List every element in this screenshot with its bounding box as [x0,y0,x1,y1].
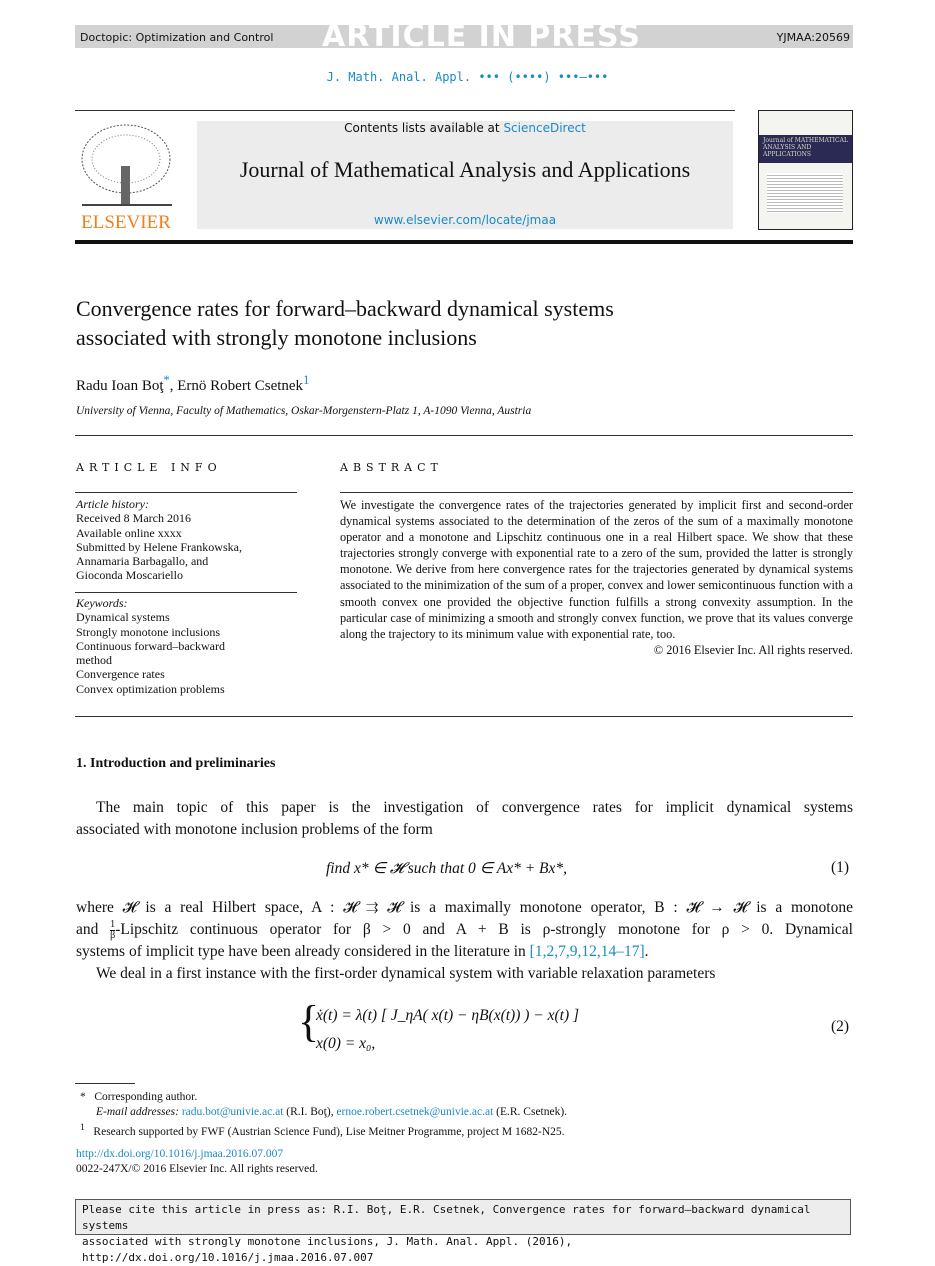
journal-name: Journal of Mathematical Analysis and App… [239,157,691,182]
sciencedirect-link[interactable]: ScienceDirect [503,121,585,135]
journal-header: Contents lists available at ScienceDirec… [197,121,733,229]
article-in-press-stamp: ARTICLE IN PRESS [322,19,641,54]
references-link[interactable]: [1,2,7,9,12,14–17] [530,943,645,960]
equation-2-number: (2) [831,1018,850,1035]
divider [75,592,297,593]
author-1: Radu Ioan Boţ [76,378,164,394]
author-2: Ernö Robert Csetnek [177,378,304,394]
affiliation: University of Vienna, Faculty of Mathema… [76,405,532,417]
footnote-mark[interactable]: 1 [303,373,309,387]
journal-url-link[interactable]: www.elsevier.com/locate/jmaa [197,213,733,227]
abstract-heading: ABSTRACT [340,461,443,474]
divider [340,492,853,493]
paragraph-1: The main topic of this paper is the inve… [76,799,853,838]
copyright: © 2016 Elsevier Inc. All rights reserved… [653,642,853,657]
equation-2-line-1: ẋ(t) = λ(t) [ J_ηA( x(t) − ηB(x(t)) ) − … [316,1007,580,1024]
citation-box: Please cite this article in press as: R.… [75,1199,851,1264]
cover-title: Journal of MATHEMATICAL ANALYSIS AND APP… [759,135,852,163]
elsevier-logo: ELSEVIER [77,121,175,233]
header-thick-rule [75,240,853,244]
divider [75,716,853,717]
authors: Radu Ioan Boţ*, Ernö Robert Csetnek1 [76,373,310,394]
keywords: Keywords: Dynamical systems Strongly mon… [76,596,225,696]
divider [75,435,853,436]
article-id: YJMAA:20569 [776,31,850,44]
article-history: Article history: Received 8 March 2016 A… [76,497,242,583]
contents-available: Contents lists available at ScienceDirec… [344,121,586,135]
doctopic: Doctopic: Optimization and Control [80,31,274,44]
paper-page: Doctopic: Optimization and Control ARTIC… [0,0,935,1266]
top-bar: Doctopic: Optimization and Control ARTIC… [75,19,853,54]
article-info-heading: ARTICLE INFO [76,461,222,474]
running-head[interactable]: J. Math. Anal. Appl. ••• (••••) •••–••• [0,70,935,84]
abstract: We investigate the convergence rates of … [340,498,853,657]
email-link-2[interactable]: ernoe.robert.csetnek@univie.ac.at [336,1106,493,1118]
section-heading: 1. Introduction and preliminaries [76,756,276,771]
article-title: Convergence rates for forward–backward d… [76,296,614,350]
equation-2-line-2: x(0) = x₀, [316,1035,376,1052]
footnotes: * Corresponding author. E-mail addresses… [80,1091,568,1138]
corresponding-mark[interactable]: * [164,373,170,387]
elsevier-wordmark: ELSEVIER [81,212,171,231]
cover-contents [767,173,843,213]
email-link-1[interactable]: radu.bot@univie.ac.at [182,1106,284,1118]
divider [75,492,297,493]
doi-link[interactable]: http://dx.doi.org/10.1016/j.jmaa.2016.07… [76,1147,318,1162]
doi-block: http://dx.doi.org/10.1016/j.jmaa.2016.07… [76,1147,318,1177]
footnote-rule [75,1083,135,1084]
equation-1: find x* ∈ 𝓗 such that 0 ∈ Ax* + Bx*, [326,860,568,877]
issn: 0022-247X/© 2016 Elsevier Inc. All right… [76,1163,318,1175]
elsevier-tree-icon: ELSEVIER [81,124,172,233]
divider [75,110,735,111]
equation-1-number: (1) [831,859,850,876]
journal-cover: Journal of MATHEMATICAL ANALYSIS AND APP… [758,110,853,230]
paragraph-2: where 𝓗 is a real Hilbert space, A : 𝓗 ⇉… [76,899,853,982]
